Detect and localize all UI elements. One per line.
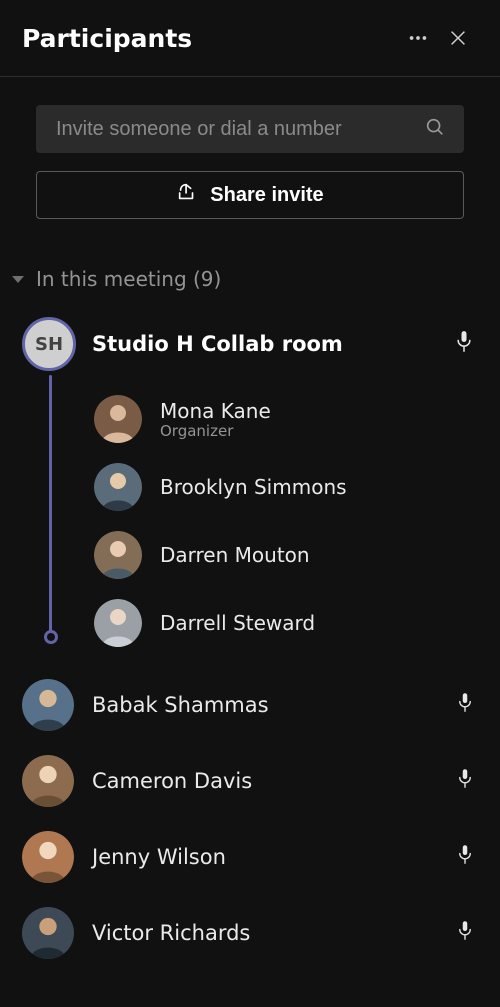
room-child-labels: Mona Kane Organizer (160, 399, 271, 440)
room-row[interactable]: SH Studio H Collab room (22, 307, 478, 381)
room-child-labels: Brooklyn Simmons (160, 475, 347, 499)
participants-list: SH Studio H Collab room Mona Kane Organi… (0, 297, 500, 971)
participant-row[interactable]: Victor Richards (22, 895, 478, 971)
participant-name: Mona Kane (160, 399, 271, 423)
room-child-labels: Darren Mouton (160, 543, 310, 567)
room-child-labels: Darrell Steward (160, 611, 315, 635)
avatar (22, 907, 74, 959)
more-options-button[interactable] (398, 18, 438, 58)
avatar (94, 395, 142, 443)
invite-search-row[interactable] (36, 105, 464, 153)
microphone-icon[interactable] (454, 329, 474, 359)
avatar (94, 463, 142, 511)
chevron-down-icon (12, 276, 24, 283)
room-connector-end-dot (44, 630, 58, 644)
avatar (22, 831, 74, 883)
room-avatar-initials: SH (35, 334, 63, 355)
microphone-icon[interactable] (456, 919, 474, 947)
panel-title: Participants (22, 24, 398, 53)
room-child-row[interactable]: Darrell Steward (94, 589, 478, 657)
room-child-row[interactable]: Mona Kane Organizer (94, 385, 478, 453)
close-button[interactable] (438, 18, 478, 58)
share-invite-button[interactable]: Share invite (36, 171, 464, 219)
participant-name: Cameron Davis (92, 769, 438, 793)
room-child-row[interactable]: Darren Mouton (94, 521, 478, 589)
participant-row[interactable]: Babak Shammas (22, 667, 478, 743)
panel-header: Participants (0, 0, 500, 76)
room-connector-line (49, 375, 52, 637)
participant-role: Organizer (160, 422, 271, 440)
participant-row[interactable]: Cameron Davis (22, 743, 478, 819)
participant-name: Jenny Wilson (92, 845, 438, 869)
participant-name: Darren Mouton (160, 543, 310, 567)
microphone-icon[interactable] (456, 691, 474, 719)
microphone-icon[interactable] (456, 767, 474, 795)
participant-name: Victor Richards (92, 921, 438, 945)
room-child-row[interactable]: Brooklyn Simmons (94, 453, 478, 521)
top-controls: Share invite (0, 77, 500, 227)
invite-search-input[interactable] (54, 117, 424, 142)
share-icon (176, 181, 198, 209)
avatar (22, 679, 74, 731)
participant-row[interactable]: Jenny Wilson (22, 819, 478, 895)
participant-name: Darrell Steward (160, 611, 315, 635)
share-invite-label: Share invite (210, 184, 323, 207)
room-children: Mona Kane Organizer Brooklyn Simmons Dar… (49, 381, 478, 657)
section-label: In this meeting (9) (36, 267, 221, 291)
microphone-icon[interactable] (456, 843, 474, 871)
section-in-this-meeting[interactable]: In this meeting (9) (0, 227, 500, 297)
search-icon (424, 116, 446, 142)
room-avatar: SH (22, 317, 76, 371)
participant-name: Babak Shammas (92, 693, 438, 717)
ellipsis-icon (407, 27, 429, 49)
participant-name: Brooklyn Simmons (160, 475, 347, 499)
avatar (94, 531, 142, 579)
avatar (94, 599, 142, 647)
room-name: Studio H Collab room (92, 332, 438, 356)
close-icon (447, 27, 469, 49)
avatar (22, 755, 74, 807)
